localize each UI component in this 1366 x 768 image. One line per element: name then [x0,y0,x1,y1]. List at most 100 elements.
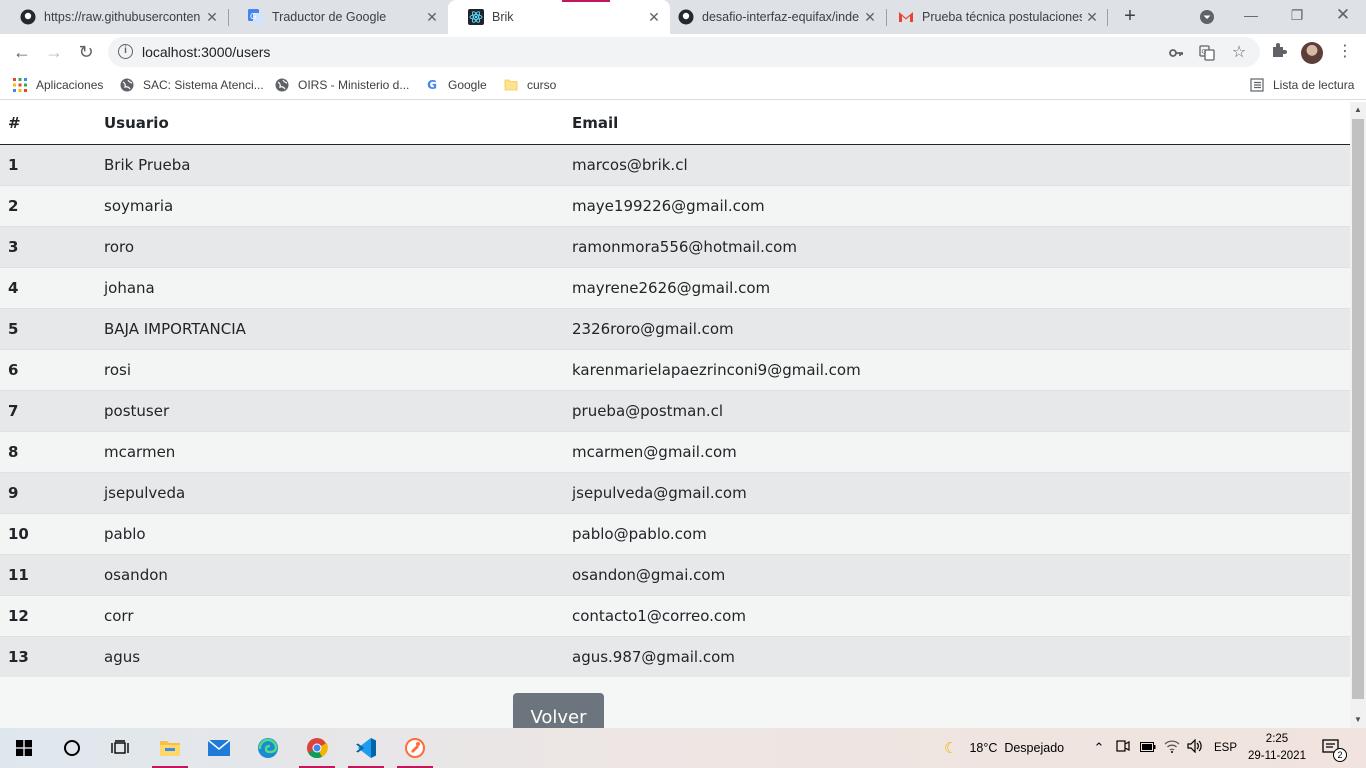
key-icon[interactable] [1166,43,1186,63]
bookmark-curso[interactable]: curso [503,76,556,94]
cell-user: BAJA IMPORTANCIA [96,307,564,349]
wifi-icon[interactable] [1163,739,1181,757]
forward-arrow-icon[interactable]: → [42,40,66,64]
cell-user: corr [96,594,564,636]
notification-center[interactable]: 2 [1322,728,1347,768]
search-circle-icon[interactable] [50,728,94,768]
column-header-email: Email [564,102,1350,145]
new-tab-button[interactable]: + [1119,5,1141,27]
google-translate-icon: G [248,9,264,25]
restore-button[interactable]: ❐ [1274,0,1320,34]
battery-icon[interactable] [1139,739,1157,757]
close-icon[interactable]: ✕ [422,9,442,26]
bookmark-label: curso [527,78,557,92]
users-page: # Usuario Email 1 Brik Prueba marcos@brik.… [0,102,1350,728]
cell-user: jsepulveda [96,471,564,513]
bookmark-google[interactable]: G Google [424,76,487,94]
clock-date: 29-11-2021 [1248,750,1306,762]
tab-search-icon[interactable] [1184,0,1230,34]
tab-3-active[interactable]: Brik ✕ [448,0,670,34]
cell-email: maye199226@gmail.com [564,184,1350,226]
scrollbar-thumb[interactable] [1352,119,1364,699]
close-icon[interactable]: ✕ [1082,9,1102,26]
vertical-scrollbar[interactable]: ▲ ▼ [1350,102,1366,728]
volver-button[interactable]: Volver [513,693,604,728]
cell-email: osandon@gmai.com [564,553,1350,595]
tab-5[interactable]: Prueba técnica postulaciones ✕ [878,0,1108,34]
file-explorer-icon[interactable] [148,728,192,768]
windows-start-icon[interactable] [2,728,46,768]
tab-title: Brik [492,10,514,24]
tab-2[interactable]: G Traductor de Google ✕ [228,0,448,34]
mail-icon[interactable] [197,728,241,768]
moon-icon: ☾ [944,740,958,757]
table-header-row: # Usuario Email [0,102,1350,145]
close-window-button[interactable]: ✕ [1320,0,1366,34]
bookmark-apps[interactable]: Aplicaciones [12,76,103,94]
cell-user: pablo [96,512,564,554]
site-info-icon[interactable]: i [118,44,133,59]
tab-1[interactable]: https://raw.githubuserconten ✕ [0,0,228,34]
cell-id: 6 [0,348,96,390]
bookmark-star-icon[interactable]: ☆ [1229,43,1249,63]
postman-icon[interactable] [393,728,437,768]
reading-list[interactable]: Lista de lectura [1249,76,1354,94]
cell-id: 8 [0,430,96,472]
edge-browser-icon[interactable] [246,728,290,768]
cell-email: karenmarielapaezrinconi9@gmail.com [564,348,1350,390]
meet-now-icon[interactable] [1114,739,1132,757]
close-icon[interactable]: ✕ [202,9,222,26]
table-row: 6 rosi karenmarielapaezrinconi9@gmail.com [0,348,1350,390]
bookmark-label: SAC: Sistema Atenci... [143,78,264,92]
system-clock[interactable]: 2:25 29-11-2021 [1247,731,1307,765]
tab-4[interactable]: desafio-interfaz-equifax/inde ✕ [658,0,886,34]
reload-icon[interactable]: ↻ [74,40,98,64]
cell-email: mayrene2626@gmail.com [564,266,1350,308]
scroll-down-arrow-icon[interactable]: ▼ [1350,712,1366,728]
url-text[interactable]: localhost:3000/users [142,44,270,60]
cell-id: 1 [0,143,96,185]
globe-icon [274,77,290,93]
bookmark-label: OIRS - Ministerio d... [298,78,410,92]
minimize-button[interactable]: — [1228,0,1274,34]
cell-email: pablo@pablo.com [564,512,1350,554]
chevron-up-icon[interactable]: ⌃ [1090,739,1108,757]
users-table: # Usuario Email 1 Brik Prueba marcos@brik.… [0,102,1350,677]
scroll-up-arrow-icon[interactable]: ▲ [1350,102,1366,118]
cell-id: 5 [0,307,96,349]
google-icon: G [427,78,437,92]
svg-text:G: G [1202,49,1207,56]
language-indicator[interactable]: ESP [1214,728,1237,768]
close-icon[interactable]: ✕ [860,9,880,26]
clock-time: 2:25 [1265,733,1289,745]
cell-id: 7 [0,389,96,431]
volume-icon[interactable] [1186,738,1204,757]
translate-icon[interactable]: G [1197,43,1217,63]
address-bar[interactable]: i localhost:3000/users G ☆ [108,37,1260,67]
task-view-icon[interactable] [98,728,142,768]
reading-list-icon [1249,77,1265,93]
cell-id: 10 [0,512,96,554]
chrome-icon[interactable] [295,728,339,768]
cell-email: prueba@postman.cl [564,389,1350,431]
cell-user: roro [96,225,564,267]
menu-kebab-icon[interactable]: ⋮ [1334,42,1356,64]
vscode-icon[interactable] [344,728,388,768]
cell-user: osandon [96,553,564,595]
apps-grid-icon [12,77,28,93]
weather-widget[interactable]: ☾ 18°C Despejado [944,728,1064,768]
extensions-puzzle-icon[interactable] [1268,42,1290,64]
tab-strip: https://raw.githubuserconten ✕ G Traduct… [0,0,1366,34]
bookmark-oirs[interactable]: OIRS - Ministerio d... [274,76,409,94]
back-arrow-icon[interactable]: ← [10,40,34,64]
cell-id: 2 [0,184,96,226]
cell-user: postuser [96,389,564,431]
table-row: 4 johana mayrene2626@gmail.com [0,266,1350,308]
cell-id: 3 [0,225,96,267]
weather-text: 18°C Despejado [969,741,1065,755]
bookmark-sac[interactable]: SAC: Sistema Atenci... [119,76,264,94]
bookmark-label: Aplicaciones [36,78,104,92]
tab-title: Traductor de Google [272,10,387,24]
profile-avatar[interactable] [1301,42,1323,64]
table-row: 1 Brik Prueba marcos@brik.cl [0,143,1350,185]
